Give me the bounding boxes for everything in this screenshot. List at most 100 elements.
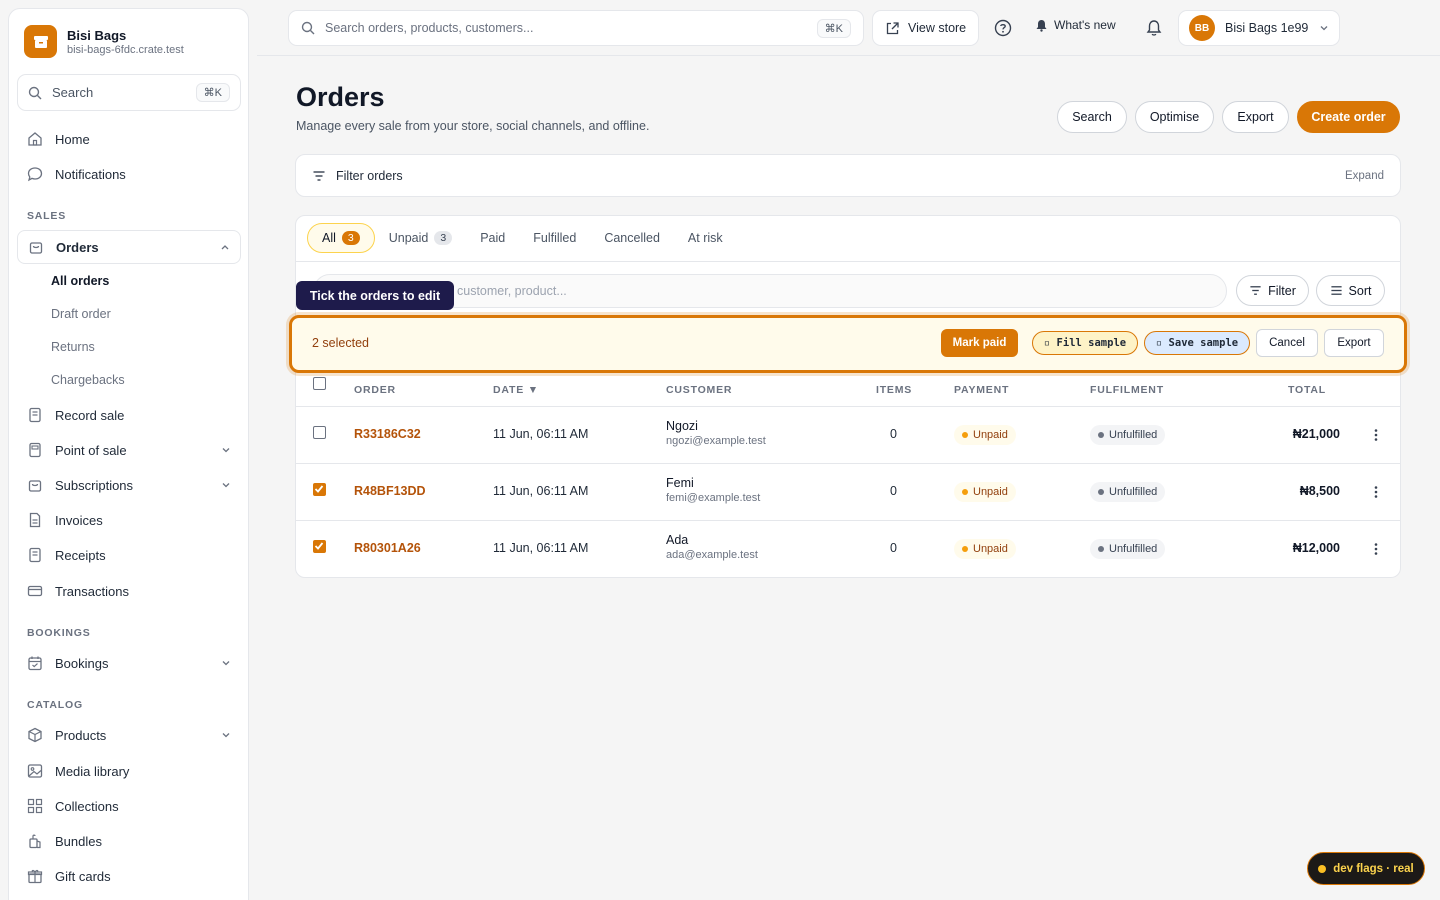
- sidebar-item-label: Point of sale: [55, 442, 127, 458]
- tab-unpaid[interactable]: Unpaid 3: [375, 223, 466, 253]
- order-date: 11 Jun, 06:11 AM: [493, 484, 589, 498]
- payment-status-badge: Unpaid: [954, 539, 1016, 559]
- filter-orders-panel[interactable]: Filter orders Expand: [295, 154, 1401, 197]
- sidebar-item-bundles[interactable]: Bundles: [17, 824, 241, 858]
- tab-count-badge: 3: [434, 231, 453, 245]
- sidebar-subitem-all-orders[interactable]: All orders: [51, 274, 109, 288]
- view-store-button[interactable]: View store: [872, 10, 980, 46]
- sidebar-item-products[interactable]: Products: [17, 718, 241, 752]
- sidebar-item-label: Orders: [56, 239, 99, 255]
- document-icon: [29, 512, 41, 528]
- payment-status-label: Unpaid: [973, 486, 1008, 498]
- sidebar-subitem-chargebacks[interactable]: Chargebacks: [51, 373, 125, 387]
- sidebar-item-point-of-sale[interactable]: Point of sale: [17, 433, 241, 467]
- order-id-link[interactable]: R33186C32: [354, 427, 421, 441]
- more-options-icon[interactable]: [1368, 484, 1384, 500]
- more-options-icon[interactable]: [1368, 541, 1384, 557]
- sidebar-item-label: Receipts: [55, 547, 106, 563]
- sidebar-item-subscriptions[interactable]: Subscriptions: [17, 468, 241, 502]
- fulfilment-status-badge: Unfulfilled: [1090, 425, 1166, 445]
- sidebar-subitem-draft-order[interactable]: Draft order: [51, 307, 111, 321]
- help-button[interactable]: [990, 15, 1016, 41]
- topbar: Search orders, products, customers... ⌘K…: [257, 0, 1440, 56]
- fulfilment-status-badge: Unfulfilled: [1090, 539, 1166, 559]
- account-menu[interactable]: BB Bisi Bags 1e99: [1178, 10, 1340, 46]
- notifications-button[interactable]: [1141, 15, 1167, 41]
- tab-all[interactable]: All 3: [307, 223, 375, 253]
- sidebar-item-receipts[interactable]: Receipts: [17, 538, 241, 572]
- search-button[interactable]: Search: [1057, 101, 1127, 133]
- sort-button[interactable]: Sort: [1316, 275, 1385, 306]
- sidebar-subitem-returns[interactable]: Returns: [51, 340, 95, 354]
- sidebar-item-orders[interactable]: Orders: [17, 230, 241, 264]
- row-checkbox-checked[interactable]: [313, 540, 326, 553]
- fill-sample-button[interactable]: ▫ Fill sample: [1032, 331, 1138, 355]
- global-search-input[interactable]: Search orders, products, customers... ⌘K: [288, 10, 864, 46]
- bulk-export-button[interactable]: Export: [1324, 329, 1384, 357]
- create-order-button[interactable]: Create order: [1297, 101, 1400, 133]
- global-search-placeholder: Search orders, products, customers...: [325, 21, 534, 35]
- tab-label: All: [322, 231, 336, 245]
- sidebar-item-media-library[interactable]: Media library: [17, 754, 241, 788]
- optimise-button[interactable]: Optimise: [1135, 101, 1214, 133]
- expand-filter-button[interactable]: Expand: [1345, 170, 1384, 182]
- table-row[interactable]: R33186C32 11 Jun, 06:11 AM Ngozi ngozi@e…: [296, 407, 1400, 464]
- chevron-down-icon: [222, 661, 230, 666]
- status-dot: [1098, 489, 1104, 495]
- sidebar-item-label: Bundles: [55, 833, 102, 849]
- more-options-icon[interactable]: [1368, 427, 1384, 443]
- account-name: Bisi Bags 1e99: [1225, 21, 1309, 35]
- chevron-down-icon: [222, 483, 230, 488]
- brand-name: Bisi Bags: [67, 27, 127, 43]
- tab-cancelled[interactable]: Cancelled: [590, 223, 674, 253]
- sidebar-item-collections[interactable]: Collections: [17, 789, 241, 823]
- fulfilment-status-label: Unfulfilled: [1109, 543, 1158, 555]
- column-header-payment[interactable]: PAYMENT: [954, 384, 1009, 396]
- filter-button[interactable]: Filter: [1236, 275, 1309, 306]
- calendar-icon: [28, 656, 42, 671]
- table-row[interactable]: R80301A26 11 Jun, 06:11 AM Ada ada@examp…: [296, 521, 1400, 578]
- column-header-total[interactable]: TOTAL: [1288, 384, 1326, 396]
- sidebar-item-home[interactable]: Home: [17, 122, 241, 156]
- tab-at-risk[interactable]: At risk: [674, 223, 737, 253]
- search-icon: [301, 21, 315, 35]
- export-button[interactable]: Export: [1222, 101, 1289, 133]
- tab-paid[interactable]: Paid: [466, 223, 519, 253]
- mark-paid-button[interactable]: Mark paid: [941, 329, 1018, 357]
- chevron-down-icon: [222, 733, 230, 738]
- sidebar-item-bookings[interactable]: Bookings: [17, 646, 241, 680]
- sidebar-item-transactions[interactable]: Transactions: [17, 574, 241, 608]
- column-header-customer[interactable]: CUSTOMER: [666, 384, 732, 396]
- sidebar-item-label: Media library: [55, 763, 130, 779]
- sidebar-item-gift-cards[interactable]: Gift cards: [17, 859, 241, 893]
- whats-new-button[interactable]: What's new: [1035, 18, 1116, 32]
- dev-flags-badge[interactable]: dev flags · real: [1307, 852, 1425, 885]
- column-header-items[interactable]: ITEMS: [876, 384, 912, 396]
- store-logo-icon: [24, 25, 57, 58]
- column-header-order[interactable]: ORDER: [354, 384, 396, 396]
- table-row[interactable]: R48BF13DD 11 Jun, 06:11 AM Femi femi@exa…: [296, 464, 1400, 521]
- select-all-checkbox[interactable]: [313, 377, 326, 390]
- checkmark-icon: [314, 485, 324, 493]
- cancel-button[interactable]: Cancel: [1256, 329, 1318, 357]
- column-header-fulfilment[interactable]: FULFILMENT: [1090, 384, 1164, 396]
- sidebar-item-record-sale[interactable]: Record sale: [17, 398, 241, 432]
- save-sample-button[interactable]: ▫ Save sample: [1144, 331, 1250, 355]
- brand[interactable]: Bisi Bags bisi-bags-6fdc.crate.test: [24, 25, 184, 58]
- order-id-link[interactable]: R80301A26: [354, 541, 421, 555]
- filter-orders-label: Filter orders: [336, 168, 403, 183]
- sidebar-item-invoices[interactable]: Invoices: [17, 503, 241, 537]
- order-id-link[interactable]: R48BF13DD: [354, 484, 426, 498]
- row-checkbox[interactable]: [313, 426, 326, 439]
- status-dot: [962, 546, 968, 552]
- tab-fulfilled[interactable]: Fulfilled: [519, 223, 590, 253]
- section-label-sales: SALES: [27, 210, 67, 222]
- payment-status-badge: Unpaid: [954, 425, 1016, 445]
- sidebar-item-notifications[interactable]: Notifications: [17, 157, 241, 191]
- column-header-date[interactable]: DATE ▼: [493, 384, 539, 396]
- row-checkbox-checked[interactable]: [313, 483, 326, 496]
- sidebar-search[interactable]: Search ⌘K: [17, 74, 241, 111]
- customer-name: Ada: [666, 533, 689, 547]
- payment-status-label: Unpaid: [973, 543, 1008, 555]
- sidebar-search-label: Search: [52, 85, 94, 100]
